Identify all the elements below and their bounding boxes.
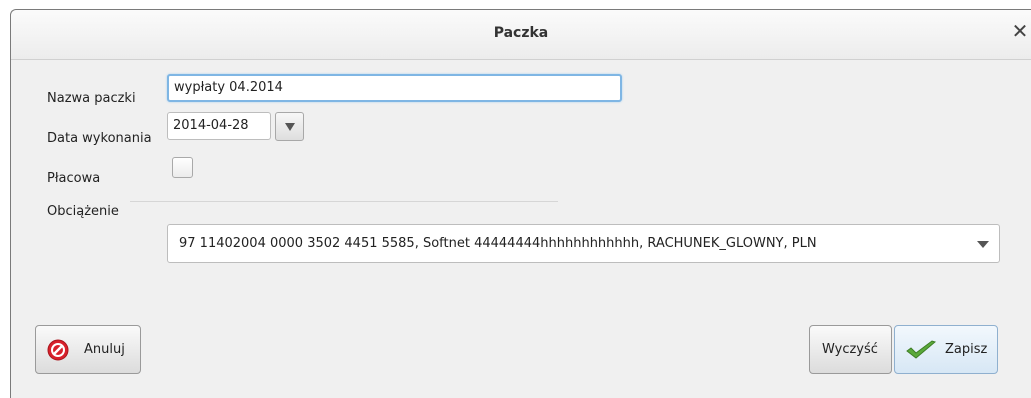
execution-date-label: Data wykonania [47, 131, 152, 146]
title-bar: Paczka ✕ [11, 10, 1031, 60]
cancel-button-label: Anuluj [84, 342, 125, 357]
save-button-label: Zapisz [945, 342, 988, 357]
section-separator [130, 201, 558, 202]
payroll-checkbox[interactable] [172, 157, 193, 178]
close-icon[interactable]: ✕ [1011, 21, 1029, 41]
debit-account-label: Obciążenie [47, 204, 119, 219]
chevron-down-icon [977, 241, 989, 248]
clear-button-label: Wyczyść [822, 342, 878, 357]
date-picker-button[interactable] [275, 112, 304, 141]
cancel-button[interactable]: Anuluj [35, 325, 141, 374]
debit-account-value: 97 11402004 0000 3502 4451 5585, Softnet… [179, 236, 817, 251]
cancel-icon [47, 339, 69, 361]
save-button[interactable]: Zapisz [894, 325, 998, 374]
clear-button[interactable]: Wyczyść [809, 325, 892, 374]
checkmark-icon [906, 340, 937, 359]
execution-date-field[interactable]: 2014-04-28 [167, 112, 271, 140]
package-name-label: Nazwa paczki [47, 91, 136, 106]
package-name-input[interactable]: wypłaty 04.2014 [167, 74, 622, 102]
chevron-down-icon [285, 123, 295, 131]
payroll-label: Płacowa [47, 171, 101, 186]
dialog-title: Paczka [493, 25, 549, 41]
debit-account-select[interactable]: 97 11402004 0000 3502 4451 5585, Softnet… [167, 224, 1000, 263]
